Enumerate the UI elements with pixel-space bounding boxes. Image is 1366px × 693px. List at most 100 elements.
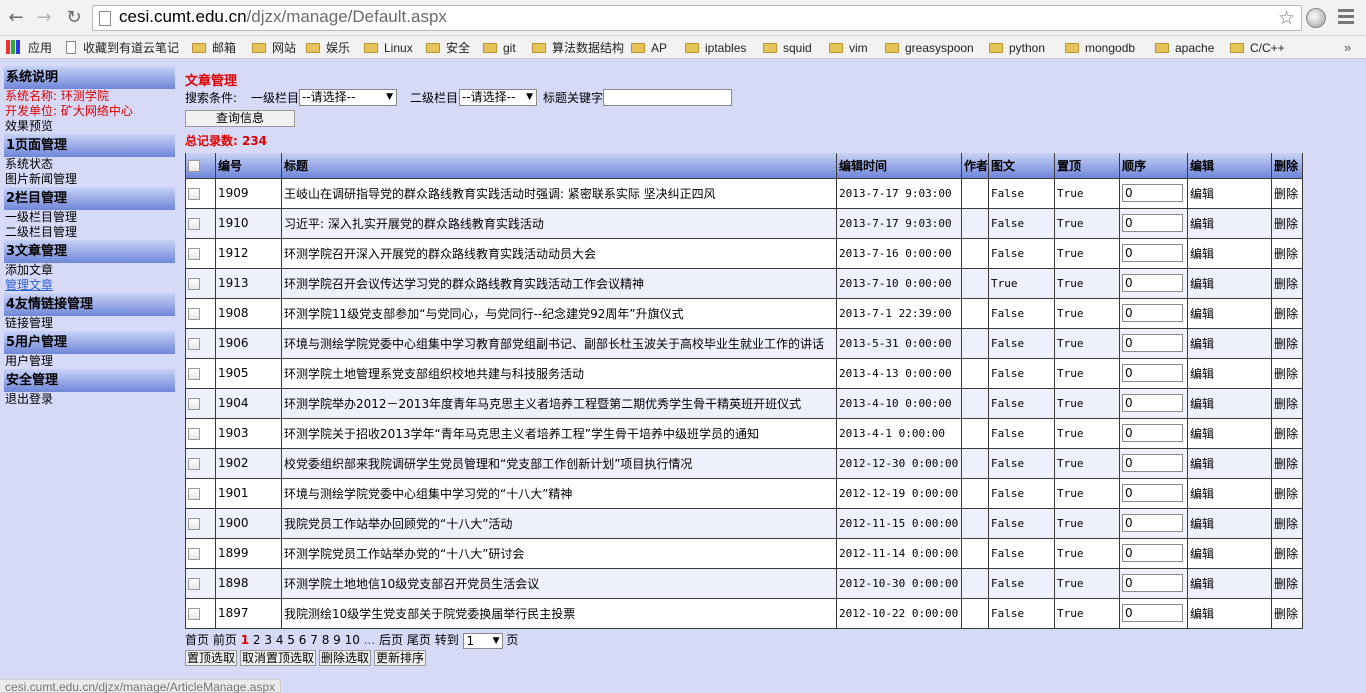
- sidebar-item[interactable]: 系统状态: [4, 157, 175, 172]
- bookmarks-more-icon[interactable]: »: [1344, 40, 1351, 55]
- edit-link[interactable]: 编辑: [1187, 357, 1272, 389]
- bookmark-10[interactable]: iptables: [685, 40, 746, 56]
- reload-icon[interactable]: ↻: [62, 6, 86, 30]
- delete-link[interactable]: 删除: [1271, 417, 1303, 449]
- edit-link[interactable]: 编辑: [1187, 597, 1272, 629]
- sidebar-section-title[interactable]: 2栏目管理: [4, 187, 175, 210]
- row-select-cell[interactable]: [185, 447, 216, 479]
- level1-select[interactable]: --请选择--: [299, 89, 397, 106]
- order-input[interactable]: 0: [1122, 514, 1183, 532]
- delete-link[interactable]: 删除: [1271, 387, 1303, 419]
- row-select-cell[interactable]: [185, 207, 216, 239]
- order-input[interactable]: 0: [1122, 484, 1183, 502]
- edit-link[interactable]: 编辑: [1187, 417, 1272, 449]
- edit-link[interactable]: 编辑: [1187, 327, 1272, 359]
- sidebar-item[interactable]: 效果预览: [4, 119, 175, 134]
- delete-link[interactable]: 删除: [1271, 507, 1303, 539]
- pager-page[interactable]: 7: [310, 633, 318, 647]
- sidebar-item[interactable]: 链接管理: [4, 316, 175, 331]
- pager-next[interactable]: 后页: [379, 633, 403, 647]
- order-input[interactable]: 0: [1122, 574, 1183, 592]
- edit-link[interactable]: 编辑: [1187, 447, 1272, 479]
- pager-page[interactable]: 5: [287, 633, 295, 647]
- row-checkbox[interactable]: [188, 187, 200, 200]
- edit-link[interactable]: 编辑: [1187, 237, 1272, 269]
- bookmark-9[interactable]: AP: [631, 40, 667, 56]
- bookmark-5[interactable]: Linux: [364, 40, 413, 56]
- select-all-checkbox[interactable]: [188, 159, 200, 172]
- sidebar-section-title[interactable]: 5用户管理: [4, 331, 175, 354]
- row-select-cell[interactable]: [185, 417, 216, 449]
- sidebar-item[interactable]: 一级栏目管理: [4, 210, 175, 225]
- pager-page[interactable]: 9: [333, 633, 341, 647]
- row-select-cell[interactable]: [185, 327, 216, 359]
- delete-link[interactable]: 删除: [1271, 237, 1303, 269]
- row-select-cell[interactable]: [185, 297, 216, 329]
- pin-selected-button[interactable]: 置顶选取: [185, 650, 238, 666]
- order-input[interactable]: 0: [1122, 214, 1183, 232]
- row-checkbox[interactable]: [188, 457, 200, 470]
- order-input[interactable]: 0: [1122, 604, 1183, 622]
- bookmark-0[interactable]: 应用: [6, 40, 52, 56]
- order-input[interactable]: 0: [1122, 334, 1183, 352]
- row-select-cell[interactable]: [185, 237, 216, 269]
- sidebar-item[interactable]: 退出登录: [4, 392, 175, 407]
- pager-first[interactable]: 首页: [185, 633, 209, 647]
- sidebar-item[interactable]: 管理文章: [4, 278, 175, 293]
- sidebar-item[interactable]: 添加文章: [4, 263, 175, 278]
- edit-link[interactable]: 编辑: [1187, 177, 1272, 209]
- row-select-cell[interactable]: [185, 177, 216, 209]
- select-all-header[interactable]: [185, 153, 216, 179]
- edit-link[interactable]: 编辑: [1187, 567, 1272, 599]
- sidebar-section-title[interactable]: 1页面管理: [4, 134, 175, 157]
- query-button[interactable]: 查询信息: [185, 110, 295, 127]
- delete-link[interactable]: 删除: [1271, 357, 1303, 389]
- edit-link[interactable]: 编辑: [1187, 297, 1272, 329]
- bookmark-3[interactable]: 网站: [252, 40, 296, 56]
- bookmark-12[interactable]: vim: [829, 40, 868, 56]
- bookmark-8[interactable]: 算法数据结构: [532, 40, 624, 56]
- pager-page[interactable]: 2: [253, 633, 261, 647]
- sidebar-item[interactable]: 二级栏目管理: [4, 225, 175, 240]
- bookmark-14[interactable]: python: [989, 40, 1045, 56]
- bookmark-16[interactable]: apache: [1155, 40, 1214, 56]
- row-checkbox[interactable]: [188, 367, 200, 380]
- row-select-cell[interactable]: [185, 507, 216, 539]
- back-arrow-icon[interactable]: ←: [4, 6, 28, 30]
- bookmark-2[interactable]: 邮箱: [192, 40, 236, 56]
- bookmark-7[interactable]: git: [483, 40, 516, 56]
- delete-link[interactable]: 删除: [1271, 597, 1303, 629]
- order-input[interactable]: 0: [1122, 454, 1183, 472]
- delete-link[interactable]: 删除: [1271, 207, 1303, 239]
- edit-link[interactable]: 编辑: [1187, 207, 1272, 239]
- sidebar-item[interactable]: 图片新闻管理: [4, 172, 175, 187]
- order-input[interactable]: 0: [1122, 184, 1183, 202]
- bookmark-13[interactable]: greasyspoon: [885, 40, 974, 56]
- delete-selected-button[interactable]: 删除选取: [319, 650, 372, 666]
- sidebar-section-title[interactable]: 系统说明: [4, 66, 175, 89]
- pager-ellipsis[interactable]: ...: [364, 633, 375, 647]
- delete-link[interactable]: 删除: [1271, 177, 1303, 209]
- row-checkbox[interactable]: [188, 247, 200, 260]
- row-checkbox[interactable]: [188, 577, 200, 590]
- order-input[interactable]: 0: [1122, 244, 1183, 262]
- edit-link[interactable]: 编辑: [1187, 477, 1272, 509]
- url-text[interactable]: cesi.cumt.edu.cn/djzx/manage/Default.asp…: [119, 7, 447, 27]
- bookmark-11[interactable]: squid: [763, 40, 812, 56]
- row-checkbox[interactable]: [188, 517, 200, 530]
- unpin-selected-button[interactable]: 取消置顶选取: [240, 650, 317, 666]
- order-input[interactable]: 0: [1122, 424, 1183, 442]
- sidebar-item[interactable]: 用户管理: [4, 354, 175, 369]
- row-checkbox[interactable]: [188, 337, 200, 350]
- extension-globe-icon[interactable]: [1306, 8, 1326, 28]
- bookmark-1[interactable]: 收藏到有道云笔记: [66, 40, 179, 56]
- bookmark-6[interactable]: 安全: [426, 40, 470, 56]
- row-select-cell[interactable]: [185, 537, 216, 569]
- sidebar-section-title[interactable]: 4友情链接管理: [4, 293, 175, 316]
- row-checkbox[interactable]: [188, 547, 200, 560]
- edit-link[interactable]: 编辑: [1187, 387, 1272, 419]
- delete-link[interactable]: 删除: [1271, 327, 1303, 359]
- delete-link[interactable]: 删除: [1271, 297, 1303, 329]
- bookmark-17[interactable]: C/C++: [1230, 40, 1285, 56]
- update-order-button[interactable]: 更新排序: [374, 650, 427, 666]
